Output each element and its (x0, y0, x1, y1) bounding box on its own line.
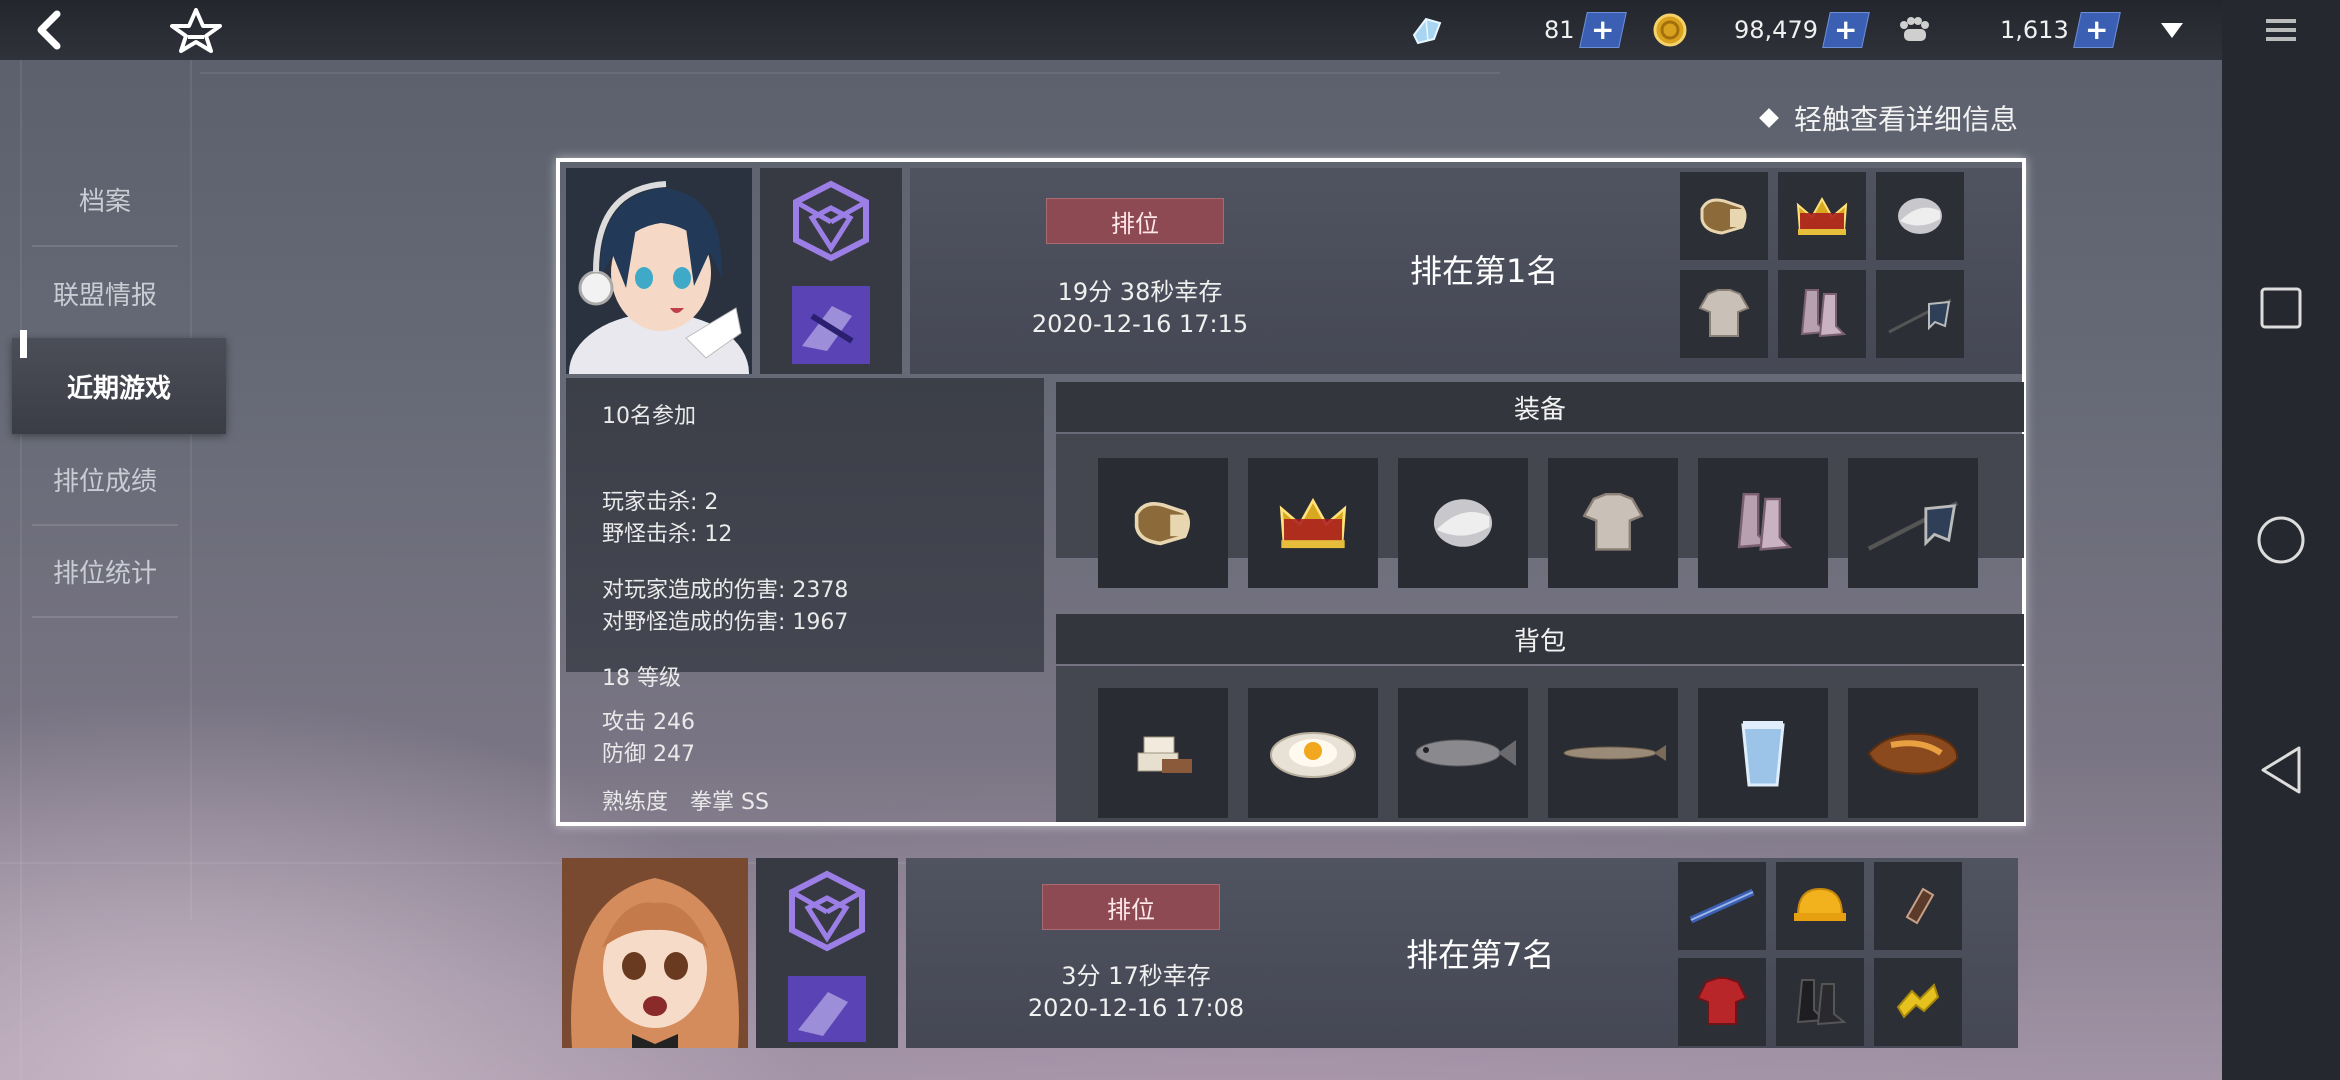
ranked-mode-icon (784, 868, 870, 958)
dried-fish-icon[interactable] (1548, 688, 1678, 818)
add-paw-token-button[interactable]: + (2072, 12, 2121, 48)
game-info-box: 排位 19分 38秒幸存 2020-12-16 17:15 排在第1名 (910, 168, 2022, 374)
participants-count: 10名参加 (602, 404, 696, 429)
monster-kills: 野怪击杀: 12 (602, 522, 733, 547)
back-triangle-icon[interactable] (2222, 720, 2340, 820)
crystal-icon (1408, 10, 1444, 50)
back-arrow-icon[interactable] (24, 6, 72, 54)
diamond-bullet-icon (1759, 108, 1779, 128)
gold-counter: 98,479 + (1734, 10, 1870, 50)
survival-time: 19分 38秒幸存 (1057, 278, 1223, 306)
bg-line (200, 72, 1500, 74)
add-gold-button[interactable]: + (1822, 12, 1870, 48)
crystal-counter: 81 + (1544, 10, 1627, 50)
equipment-header: 装备 (1056, 382, 2024, 432)
hamburger-menu-icon[interactable] (2222, 0, 2340, 60)
menu-divider (32, 245, 178, 247)
gold-ornament-icon (1874, 958, 1962, 1046)
bracer-icon (1874, 862, 1962, 950)
menu-divider (32, 524, 178, 526)
menu-item-alliance-info[interactable]: 联盟情报 (30, 262, 180, 324)
rifle-icon (1678, 862, 1766, 950)
add-crystal-button[interactable]: + (1578, 12, 1627, 48)
attack-stat: 攻击 246 (602, 710, 695, 735)
ranked-mode-icon (788, 178, 874, 268)
star-a-logo-icon[interactable] (168, 6, 224, 54)
menu-item-profile[interactable]: 档案 (30, 168, 180, 230)
defense-stat: 防御 247 (602, 742, 695, 767)
boots-icon (1778, 270, 1866, 358)
weapon-type-icon (788, 976, 866, 1042)
disc-icon (1876, 172, 1964, 260)
game-datetime: 2020-12-16 17:08 (1027, 994, 1245, 1022)
water-cup-icon[interactable] (1698, 688, 1828, 818)
game-mode-box (760, 168, 902, 374)
armor-icon[interactable] (1548, 458, 1678, 588)
armor-icon (1680, 270, 1768, 358)
player-damage: 对玩家造成的伤害: 2378 (602, 578, 849, 603)
tap-hint: 轻触查看详细信息 (1759, 98, 2018, 138)
recent-apps-icon[interactable] (2222, 258, 2340, 358)
game-info-box: 排位 3分 17秒幸存 2020-12-16 17:08 排在第7名 (906, 858, 2018, 1048)
menu-item-recent-games[interactable]: 近期游戏 (12, 338, 226, 434)
home-icon[interactable] (2222, 490, 2340, 590)
gauntlet-icon[interactable] (1098, 458, 1228, 588)
stacked-boxes-icon[interactable] (1098, 688, 1228, 818)
crown-icon (1778, 172, 1866, 260)
game-stats-panel: 10名参加 玩家击杀: 2 野怪击杀: 12 对玩家造成的伤害: 2378 对野… (566, 378, 1044, 691)
black-boots-icon (1776, 958, 1864, 1046)
paw-token-counter: 1,613 + (2000, 10, 2121, 50)
disc-icon[interactable] (1398, 458, 1528, 588)
weapon-mastery: 熟练度 拳掌 SS (602, 790, 769, 815)
survival-time: 3分 17秒幸存 (1061, 962, 1211, 990)
gauntlet-icon (1680, 172, 1768, 260)
flag-spear-icon (1876, 270, 1964, 358)
flag-spear-icon[interactable] (1848, 458, 1978, 588)
menu-item-rank-stats[interactable]: 排位统计 (30, 540, 180, 602)
game-card-2[interactable]: 排位 3分 17秒幸存 2020-12-16 17:08 排在第7名 (560, 852, 2022, 1070)
top-bar: 81 + 98,479 + 1,613 + (0, 0, 2222, 60)
bg-line (190, 60, 192, 920)
paw-token-value: 1,613 (2000, 16, 2069, 44)
boots-icon[interactable] (1698, 458, 1828, 588)
crown-icon[interactable] (1248, 458, 1378, 588)
character-level: 18 等级 (602, 666, 681, 691)
game-mode-box (756, 858, 898, 1048)
monster-damage: 对野怪造成的伤害: 1967 (602, 610, 849, 635)
game-card-1[interactable]: 排位 19分 38秒幸存 2020-12-16 17:15 排在第1名 10名参… (556, 158, 2026, 826)
placement-text: 排在第7名 (1406, 936, 1555, 974)
menu-divider (32, 616, 178, 618)
paw-token-icon (1896, 10, 1932, 50)
bg-line (20, 60, 22, 1080)
dropdown-triangle-icon[interactable] (2154, 6, 2190, 54)
fried-egg-icon[interactable] (1248, 688, 1378, 818)
weapon-type-icon (792, 286, 870, 364)
mode-badge: 排位 (1042, 884, 1220, 930)
helmet-icon (1776, 862, 1864, 950)
character-portrait (562, 858, 748, 1048)
placement-text: 排在第1名 (1410, 252, 1559, 290)
android-navigation-bar (2222, 0, 2340, 1080)
fish-icon[interactable] (1398, 688, 1528, 818)
player-kills: 玩家击杀: 2 (602, 490, 719, 515)
character-portrait (566, 168, 752, 374)
game-datetime: 2020-12-16 17:15 (1031, 310, 1249, 338)
mode-badge: 排位 (1046, 198, 1224, 244)
red-jacket-icon (1678, 958, 1766, 1046)
crystal-value: 81 (1544, 16, 1575, 44)
menu-item-rank-results[interactable]: 排位成绩 (30, 448, 180, 510)
gold-coin-icon (1652, 10, 1688, 50)
gold-value: 98,479 (1734, 16, 1818, 44)
sweet-potato-icon[interactable] (1848, 688, 1978, 818)
active-menu-marker (20, 330, 27, 358)
backpack-header: 背包 (1056, 614, 2024, 664)
